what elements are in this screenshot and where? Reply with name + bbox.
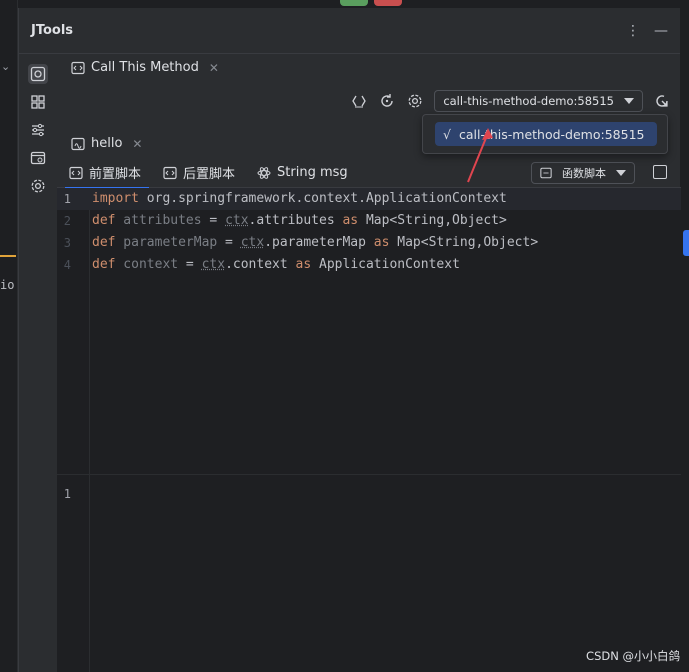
connect-icon[interactable] [653,92,671,110]
stop-button[interactable] [374,0,402,6]
code-token: ctx [225,213,249,228]
tab-string-msg[interactable]: String msg [257,158,348,188]
line-number: 2 [63,214,71,228]
script-file-icon [71,61,85,74]
code-token: = [178,257,202,272]
function-select-value: 函数脚本 [562,167,606,180]
gear-icon[interactable] [406,92,424,110]
code-line: 4 def context = ctx.context as Applicati… [57,254,681,276]
tab-post-script[interactable]: 后置脚本 [163,158,235,188]
tab-call-this-method[interactable]: Call This Method ✕ [71,60,219,75]
cropped-code-fragment: io [0,278,15,292]
jtools-tool-window: JTools ⋮ — Call This Method ✕ call-this-… [18,8,681,672]
code-line: 2 def attributes = ctx.attributes as Map… [57,210,681,232]
script-file-icon [69,166,83,179]
settings-icon[interactable] [28,176,48,196]
code-token: .parameterMap [264,235,374,250]
line-number: 3 [63,236,71,250]
console-icon[interactable] [28,148,48,168]
code-token: = [217,235,241,250]
result-editor[interactable]: 1 [57,474,681,672]
run-button[interactable] [340,0,368,6]
refresh-icon[interactable] [378,92,396,110]
code-token: import [92,191,139,206]
sliders-icon[interactable] [28,120,48,140]
minimize-icon[interactable]: — [654,23,668,39]
modified-marker [0,255,16,257]
script-editor[interactable]: 1 import org.springframework.context.App… [57,188,681,474]
code-token: .attributes [248,213,343,228]
tab-pre-script[interactable]: 前置脚本 [64,158,150,189]
code-line: 1 import org.springframework.context.App… [57,188,681,210]
tool-window-title: JTools [31,23,74,38]
top-window-strip [330,0,689,8]
check-icon: √ [443,126,451,142]
atom-icon [257,166,271,179]
tab-label: hello [91,136,123,151]
line-number: 1 [63,192,71,206]
code-token: context [115,257,179,272]
connection-value: call-this-method-demo:58515 [443,94,614,108]
script-file-icon [540,167,552,179]
call-method-icon[interactable] [28,64,48,84]
side-toolbar [19,54,57,672]
chevron-down-icon [624,98,634,104]
code-token: attributes [115,213,202,228]
code-token: .context [225,257,296,272]
option-label: call-this-method-demo:58515 [458,126,645,142]
main-toolbar: call-this-method-demo:58515 [350,90,671,112]
grid-icon[interactable] [28,92,48,112]
scroll-indicator[interactable] [683,230,689,256]
close-icon[interactable]: ✕ [209,61,219,75]
save-icon[interactable] [653,165,667,179]
connection-dropdown-popup: √ call-this-method-demo:58515 [422,114,668,154]
script-file-icon [163,166,177,179]
code-token: = [201,213,226,228]
code-token: Map<String,Object> [389,235,539,250]
tab-hello[interactable]: hello ✕ [71,136,142,151]
close-icon[interactable]: ✕ [132,137,142,151]
chevron-down-icon[interactable]: ⌄ [1,60,10,73]
left-editor-gutter: ⌄ io [0,0,18,672]
subtab-label: String msg [277,165,348,180]
connection-option[interactable]: √ call-this-method-demo:58515 [435,122,657,146]
tool-content: Call This Method ✕ call-this-method-demo… [57,54,681,672]
tab-label: Call This Method [91,60,199,75]
code-token: def [92,235,116,250]
function-script-select[interactable]: 函数脚本 [531,162,635,184]
code-token: def [92,213,116,228]
code-token: ctx [201,257,226,272]
code-token: as [373,235,390,250]
script-file-icon [71,137,85,150]
code-token: parameterMap [115,235,218,250]
code-token: Map<String,Object> [358,213,507,228]
code-line: 1 [57,483,681,505]
line-number: 4 [63,258,71,272]
chevron-down-icon [616,170,626,176]
more-options-icon[interactable]: ⋮ [626,23,640,39]
connection-select[interactable]: call-this-method-demo:58515 [434,90,643,112]
line-number: 1 [63,487,71,501]
code-token: as [342,213,359,228]
subtab-label: 前置脚本 [89,167,142,182]
groovy-icon[interactable] [350,92,368,110]
tool-window-header: JTools ⋮ — [19,8,680,54]
code-token: as [295,257,312,272]
code-token: def [92,257,116,272]
code-token: ApplicationContext [311,257,460,272]
code-token: ctx [240,235,265,250]
code-token: org.springframework.context.ApplicationC… [138,191,507,206]
code-line: 3 def parameterMap = ctx.parameterMap as… [57,232,681,254]
watermark: CSDN @小小白鸽 [586,649,680,663]
subtab-label: 后置脚本 [183,167,236,182]
